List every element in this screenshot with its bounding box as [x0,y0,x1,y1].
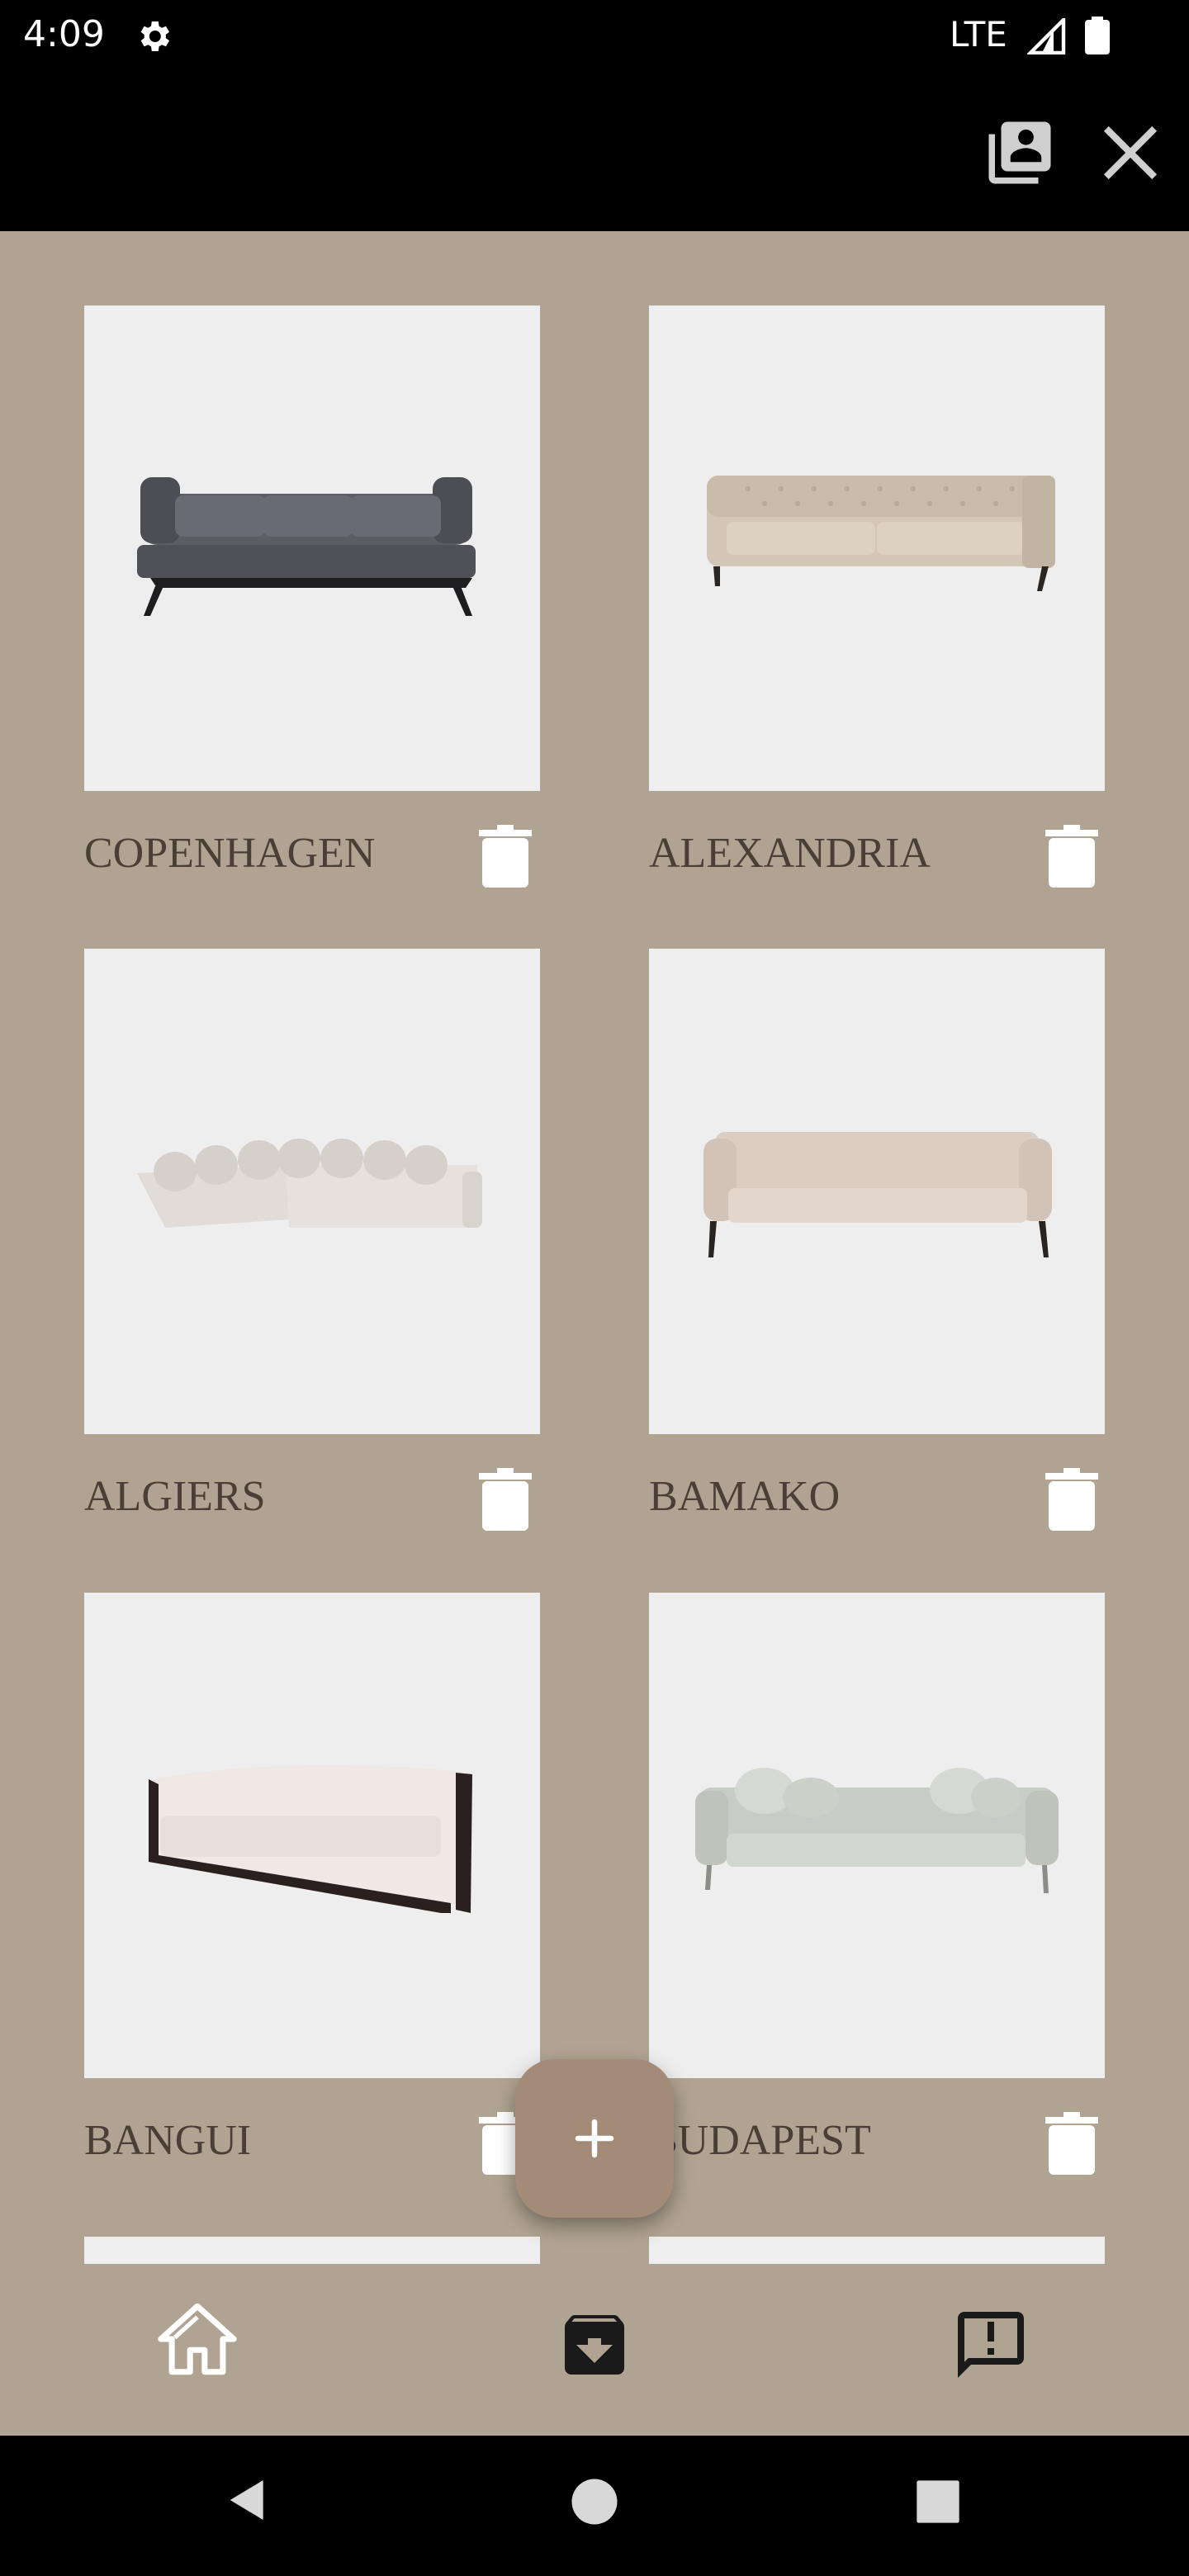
product-name[interactable]: COPENHAGEN [84,825,375,883]
product-image[interactable] [84,1593,540,2078]
archive-download-icon[interactable] [555,2305,634,2384]
product-image[interactable] [84,949,540,1434]
sofa-image [149,1764,472,1913]
product-name[interactable]: ALGIERS [84,1468,266,1526]
product-image[interactable] [649,305,1105,791]
recents-icon[interactable] [915,2479,961,2525]
product-image[interactable] [649,1593,1105,2078]
sofa-image [703,1132,1052,1257]
home-icon[interactable] [154,2295,241,2383]
product-image[interactable] [84,2237,540,2264]
trash-icon[interactable] [1045,2112,1098,2175]
home-circle-icon[interactable] [570,2477,619,2526]
product-name[interactable]: ALEXANDRIA [649,825,931,883]
back-icon[interactable] [221,2474,274,2526]
trash-icon[interactable] [479,825,532,888]
bottom-navigation [0,2264,1189,2434]
page-title: ALL PRODUCTS [46,125,398,176]
sofa-image [695,1768,1059,1893]
product-image[interactable] [84,305,540,791]
network-type: LTE [950,14,1007,54]
trash-icon[interactable] [1045,1468,1098,1531]
sofa-image [137,1139,482,1228]
add-product-button[interactable] [515,2059,674,2218]
battery-icon [1085,17,1110,54]
plus-icon [575,2119,614,2158]
contacts-library-icon[interactable] [983,116,1057,190]
feedback-icon[interactable] [951,2305,1030,2384]
product-image[interactable] [649,2237,1105,2264]
product-name[interactable]: BUDAPEST [649,2112,871,2170]
trash-icon[interactable] [479,1468,532,1531]
system-navigation-bar [0,2436,1189,2576]
trash-icon[interactable] [1045,825,1098,888]
close-icon[interactable] [1093,116,1168,190]
status-time: 4:09 [23,13,105,55]
product-image[interactable] [649,949,1105,1434]
signal-icon [1027,18,1066,54]
sofa-image [137,477,476,616]
sofa-image [707,476,1055,591]
product-name[interactable]: BAMAKO [649,1468,840,1526]
status-bar: 4:09 LTE [0,0,1189,69]
product-name[interactable]: BANGUI [84,2112,251,2170]
product-grid: COPENHAGEN ALEXANDRIA ALGIERS BAMAKO BAN… [0,231,1189,2264]
settings-gear-icon [140,21,169,51]
